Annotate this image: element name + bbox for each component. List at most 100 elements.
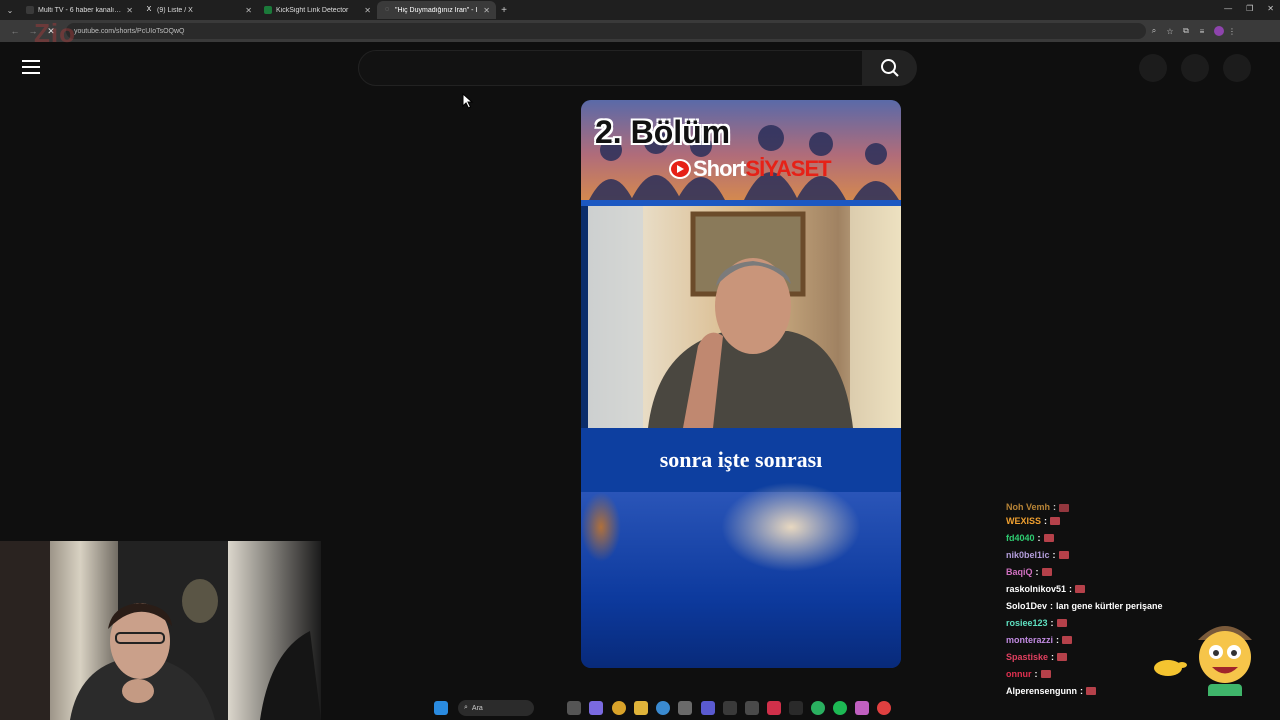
media-control-icon[interactable]: ≡ <box>1194 27 1210 36</box>
blurred-lower-area <box>581 482 901 668</box>
chat-separator: : <box>1050 617 1054 628</box>
browser-tab-3[interactable]: ◌ "Hiç Duymadığınız İran" - I ✕ <box>377 1 496 19</box>
account-avatar[interactable] <box>1223 54 1251 82</box>
app-icon[interactable] <box>723 701 737 715</box>
chat-username[interactable]: Alperensengunn <box>1006 686 1077 696</box>
chat-username[interactable]: onnur <box>1006 669 1032 679</box>
tab-search-icon[interactable]: ⌄ <box>0 0 20 20</box>
chat-emote-icon <box>1057 652 1068 661</box>
taskbar-search[interactable]: ⌕ Ara <box>458 700 534 716</box>
chat-emote-icon <box>1086 686 1097 695</box>
tab-title: "Hiç Duymadığınız İran" - I <box>395 6 478 14</box>
browser-tab-0[interactable]: Multi TV - 6 haber kanalını aynı ✕ <box>20 1 139 19</box>
chat-emote-icon <box>1058 550 1069 559</box>
search-input[interactable] <box>358 50 863 86</box>
chrome-icon[interactable] <box>612 701 626 715</box>
brand-text-siyaset: SİYASET <box>745 156 831 181</box>
spotify-icon[interactable] <box>833 701 847 715</box>
copilot-icon[interactable] <box>589 701 603 715</box>
chat-separator: : <box>1037 532 1041 543</box>
chat-username[interactable]: WEXISS <box>1006 516 1041 526</box>
browser-tab-2[interactable]: KickSight Link Detector ✕ <box>258 1 377 19</box>
whatsapp-icon[interactable] <box>811 701 825 715</box>
chat-message: Noh Vemh: <box>1006 500 1236 512</box>
search-icon <box>880 59 899 77</box>
start-icon[interactable] <box>434 701 448 715</box>
chat-emote-icon <box>1041 567 1052 576</box>
tab-title: (9) Liste / X <box>157 6 193 14</box>
chat-separator: : <box>1034 668 1038 679</box>
chat-emote-icon <box>1043 533 1054 542</box>
chat-username[interactable]: nik0bel1ic <box>1006 550 1050 560</box>
tab-close-icon[interactable]: ✕ <box>483 6 490 15</box>
browser-tab-bar: ⌄ Multi TV - 6 haber kanalını aynı ✕ X (… <box>0 0 1280 20</box>
chat-username[interactable]: fd4040 <box>1006 533 1035 543</box>
loading-icon: ◌ <box>384 6 390 13</box>
tab-close-icon[interactable]: ✕ <box>245 6 252 15</box>
browser-menu-icon[interactable]: ⋮ <box>1224 27 1240 36</box>
app-icon[interactable] <box>678 701 692 715</box>
create-button[interactable] <box>1139 54 1167 82</box>
chat-message: BaqiQ: <box>1006 563 1236 580</box>
chat-message: fd4040: <box>1006 529 1236 546</box>
chat-message: nik0bel1ic: <box>1006 546 1236 563</box>
tab-close-icon[interactable]: ✕ <box>126 6 133 15</box>
chat-separator: : <box>1056 634 1060 645</box>
extensions-icon[interactable]: ⧉ <box>1178 26 1194 36</box>
chat-message-text: lan gene kürtler perişane <box>1056 600 1163 611</box>
app-icon[interactable] <box>767 701 781 715</box>
bookmark-star-icon[interactable]: ☆ <box>1162 27 1178 36</box>
search-icon: ⌕ <box>464 704 468 711</box>
browser-toolbar: ← → ✕ youtube.com/shorts/PcUIoTsOQwQ ⌕ ☆… <box>0 20 1280 42</box>
task-view-icon[interactable] <box>567 701 581 715</box>
app-icon[interactable] <box>855 701 869 715</box>
app-icon[interactable] <box>877 701 891 715</box>
tab-close-icon[interactable]: ✕ <box>364 6 371 15</box>
chat-separator: : <box>1069 583 1073 594</box>
episode-banner: 2. Bölüm Short SİYASET <box>581 100 901 200</box>
menu-icon[interactable] <box>22 58 40 76</box>
chat-separator: : <box>1050 600 1054 611</box>
app-icon[interactable] <box>745 701 759 715</box>
profile-avatar-icon[interactable] <box>1214 26 1224 36</box>
tab-favicon-icon <box>26 6 34 14</box>
tab-title: KickSight Link Detector <box>276 6 349 14</box>
chat-username[interactable]: BaqiQ <box>1006 567 1033 577</box>
speaker-figure <box>588 206 901 428</box>
chat-username[interactable]: Noh Vemh <box>1006 502 1050 512</box>
chat-separator: : <box>1052 549 1056 560</box>
mouse-cursor-icon <box>462 93 474 109</box>
restore-icon[interactable]: ❐ <box>1246 4 1253 13</box>
teams-icon[interactable] <box>701 701 715 715</box>
new-tab-icon[interactable]: + <box>496 5 512 16</box>
short-video-player[interactable]: 2. Bölüm Short SİYASET sonra işte sonras… <box>581 100 901 668</box>
chat-emote-icon <box>1059 504 1070 512</box>
address-bar[interactable]: youtube.com/shorts/PcUIoTsOQwQ <box>66 23 1146 39</box>
taskbar-search-label: Ara <box>471 704 483 712</box>
minimize-icon[interactable]: — <box>1224 4 1232 13</box>
close-window-icon[interactable]: ✕ <box>1267 4 1274 13</box>
chat-separator: : <box>1051 651 1055 662</box>
app-icon[interactable] <box>789 701 803 715</box>
notifications-button[interactable] <box>1181 54 1209 82</box>
browser-tab-1[interactable]: X (9) Liste / X ✕ <box>139 1 258 19</box>
episode-title: 2. Bölüm <box>595 114 731 150</box>
chat-username[interactable]: monterazzi <box>1006 635 1053 645</box>
chat-username[interactable]: Spastiske <box>1006 652 1048 662</box>
chat-username[interactable]: Solo1Dev <box>1006 601 1047 611</box>
chat-emote-icon <box>1056 618 1067 627</box>
tab-favicon-icon <box>264 6 272 14</box>
back-icon[interactable]: ← <box>6 26 24 36</box>
zoom-icon[interactable]: ⌕ <box>1146 26 1162 36</box>
tab-title: Multi TV - 6 haber kanalını aynı <box>38 6 122 14</box>
file-explorer-icon[interactable] <box>634 701 648 715</box>
chat-username[interactable]: rosiee123 <box>1006 618 1048 628</box>
play-icon <box>669 159 691 179</box>
brand-text-short: Short <box>693 156 746 181</box>
search-button[interactable] <box>862 50 917 86</box>
window-controls: — ❐ ✕ <box>1224 4 1274 13</box>
chat-username[interactable]: raskolnikov51 <box>1006 584 1066 594</box>
ccleaner-icon[interactable] <box>656 701 670 715</box>
chat-emote-icon <box>1075 584 1086 593</box>
subtitle-text: sonra işte sonrası <box>659 447 823 472</box>
